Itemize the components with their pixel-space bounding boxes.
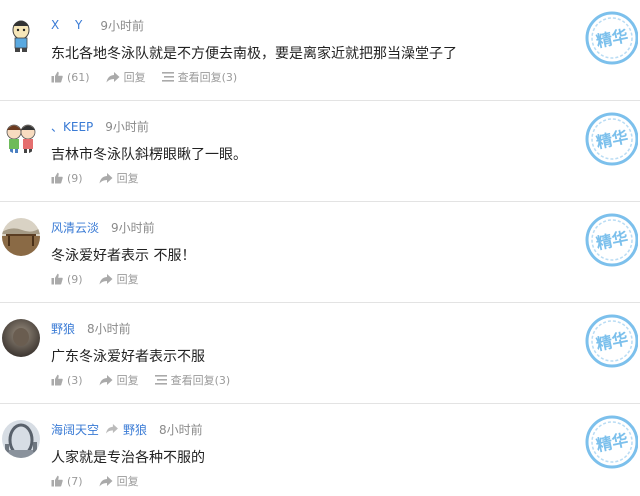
- comment-text: 广东冬泳爱好者表示不服: [51, 349, 205, 365]
- reply-arrow-icon: [99, 273, 113, 284]
- comment-item: 、KEEP 9小时前 吉林市冬泳队斜楞眼瞅了一眼。 (9) 回复 精华: [0, 101, 640, 202]
- reply-arrow-icon: [99, 475, 113, 486]
- avatar[interactable]: [2, 420, 40, 458]
- dark-photo-avatar-icon: [2, 319, 40, 357]
- comment-actions: (9) 回复: [51, 272, 139, 286]
- reply-arrow-icon: [99, 172, 113, 183]
- timestamp: 8小时前: [159, 422, 203, 437]
- comment-meta: X Y 9小时前: [51, 16, 144, 34]
- comment-text: 吉林市冬泳队斜楞眼瞅了一眼。: [51, 147, 247, 163]
- view-replies-button[interactable]: 查看回复(3): [161, 69, 238, 85]
- cartoon-boy-avatar-icon: [12, 20, 30, 52]
- comment-actions: (61) 回复 查看回复(3): [51, 70, 237, 84]
- avatar[interactable]: [2, 218, 40, 256]
- like-count: (9): [67, 272, 83, 286]
- comment-meta: 海阔天空 野狼 8小时前: [51, 420, 203, 438]
- reply-arrow-icon: [106, 71, 120, 82]
- comment-actions: (7) 回复: [51, 474, 139, 488]
- thumbs-up-icon: [51, 273, 63, 285]
- like-count: (7): [67, 474, 83, 488]
- thumbs-up-icon: [51, 172, 63, 184]
- featured-badge-text: 精华: [594, 26, 629, 51]
- avatar[interactable]: [2, 117, 40, 155]
- reply-to-arrow-icon: [106, 424, 118, 434]
- thumbs-up-icon: [51, 475, 63, 487]
- username-link[interactable]: X Y: [51, 18, 88, 32]
- like-count: (3): [67, 373, 83, 387]
- comment-meta: 野狼 8小时前: [51, 319, 131, 337]
- featured-badge-icon: 精华: [585, 314, 638, 368]
- list-icon: [154, 375, 167, 385]
- reply-button[interactable]: 回复: [99, 473, 139, 489]
- reply-label: 回复: [116, 172, 139, 185]
- comment-item: 野狼 8小时前 广东冬泳爱好者表示不服 (3) 回复 查看回复(3) 精华: [0, 303, 640, 404]
- featured-badge-text: 精华: [594, 228, 629, 253]
- reply-label: 回复: [116, 273, 139, 286]
- reply-label: 回复: [116, 374, 139, 387]
- username-link[interactable]: 野狼: [51, 320, 75, 337]
- comment-actions: (9) 回复: [51, 171, 139, 185]
- avatar[interactable]: [2, 16, 40, 54]
- comment-text: 人家就是专治各种不服的: [51, 450, 205, 466]
- reply-label: 回复: [116, 475, 139, 488]
- username-link[interactable]: 风清云淡: [51, 219, 99, 236]
- featured-badge-icon: 精华: [585, 213, 638, 267]
- like-count: (9): [67, 171, 83, 185]
- like-button[interactable]: (9): [51, 172, 83, 185]
- avatar[interactable]: [2, 319, 40, 357]
- timestamp: 9小时前: [111, 220, 155, 235]
- thumbs-up-icon: [51, 374, 63, 386]
- featured-badge-text: 精华: [594, 329, 629, 354]
- cartoon-couple-avatar-icon: [6, 124, 36, 153]
- comment-text: 东北各地冬泳队就是不方便去南极，要是离家近就把那当澡堂子了: [51, 46, 457, 62]
- reply-button[interactable]: 回复: [99, 271, 139, 287]
- like-button[interactable]: (7): [51, 475, 83, 488]
- comment-meta: 风清云淡 9小时前: [51, 218, 155, 236]
- thumbs-up-icon: [51, 71, 63, 83]
- featured-badge-icon: 精华: [585, 112, 638, 166]
- reply-button[interactable]: 回复: [99, 372, 139, 388]
- timestamp: 9小时前: [105, 119, 149, 134]
- city-ring-avatar-icon: [2, 420, 40, 458]
- view-replies-label: 查看回复(3): [177, 71, 238, 84]
- like-button[interactable]: (3): [51, 374, 83, 387]
- timestamp: 8小时前: [87, 321, 131, 336]
- view-replies-label: 查看回复(3): [170, 374, 231, 387]
- reply-arrow-icon: [99, 374, 113, 385]
- like-count: (61): [67, 70, 90, 84]
- username-link[interactable]: 海阔天空: [51, 421, 99, 438]
- reply-button[interactable]: 回复: [106, 69, 146, 85]
- featured-badge-icon: 精华: [585, 11, 638, 65]
- landscape-avatar-icon: [2, 218, 40, 256]
- featured-badge-text: 精华: [594, 430, 629, 455]
- username-link[interactable]: 、KEEP: [51, 118, 93, 135]
- comment-item: X Y 9小时前 东北各地冬泳队就是不方便去南极，要是离家近就把那当澡堂子了 (…: [0, 0, 640, 101]
- like-button[interactable]: (9): [51, 273, 83, 286]
- like-button[interactable]: (61): [51, 71, 90, 84]
- comment-item: 风清云淡 9小时前 冬泳爱好者表示 不服！ (9) 回复 精华: [0, 202, 640, 303]
- list-icon: [161, 72, 174, 82]
- timestamp: 9小时前: [100, 18, 145, 33]
- comment-text: 冬泳爱好者表示 不服！: [51, 248, 196, 264]
- view-replies-button[interactable]: 查看回复(3): [154, 372, 231, 388]
- reply-button[interactable]: 回复: [99, 170, 139, 186]
- comment-item: 海阔天空 野狼 8小时前 人家就是专治各种不服的 (7) 回复 精华: [0, 404, 640, 496]
- reply-label: 回复: [123, 71, 146, 84]
- reply-to-username-link[interactable]: 野狼: [123, 421, 147, 438]
- comment-meta: 、KEEP 9小时前: [51, 117, 149, 135]
- featured-badge-icon: 精华: [585, 415, 638, 469]
- featured-badge-text: 精华: [594, 127, 629, 152]
- comment-actions: (3) 回复 查看回复(3): [51, 373, 230, 387]
